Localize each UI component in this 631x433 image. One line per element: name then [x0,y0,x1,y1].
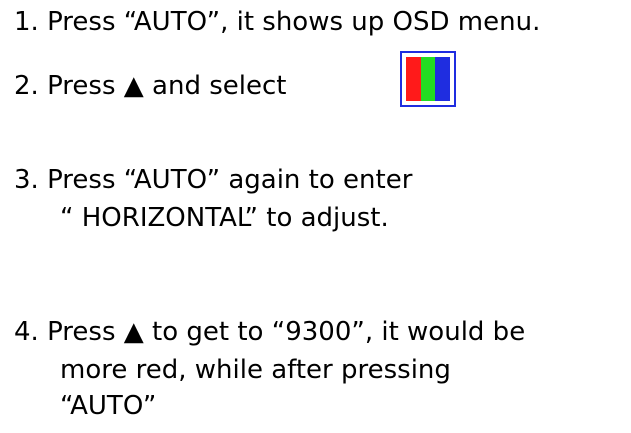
step-2-number: 2. [14,71,39,101]
rgb-color-icon [400,51,456,107]
step-4-continuation-2: “AUTO” [60,391,157,421]
step-4-continuation: more red, while after pressing [60,355,451,385]
step-1-text: Press “AUTO”, it shows up OSD menu. [47,7,541,37]
step-4: 4. Press ▲ to get to “9300”, it would be [14,316,525,348]
step-4-number: 4. [14,317,39,347]
step-3-number: 3. [14,165,39,195]
step-3-continuation: “ HORIZONTAL” to adjust. [60,203,389,233]
step-2: 2. Press ▲ and select [14,70,286,102]
green-bar [420,57,436,101]
step-1-number: 1. [14,7,39,37]
step-4-text: Press ▲ to get to “9300”, it would be [47,317,526,347]
blue-bar [435,57,451,101]
step-1: 1. Press “AUTO”, it shows up OSD menu. [14,6,540,38]
red-bar [406,57,421,101]
step-2-text: Press ▲ and select [47,71,287,101]
step-3-text: Press “AUTO” again to enter [47,165,413,195]
step-3: 3. Press “AUTO” again to enter [14,164,412,196]
